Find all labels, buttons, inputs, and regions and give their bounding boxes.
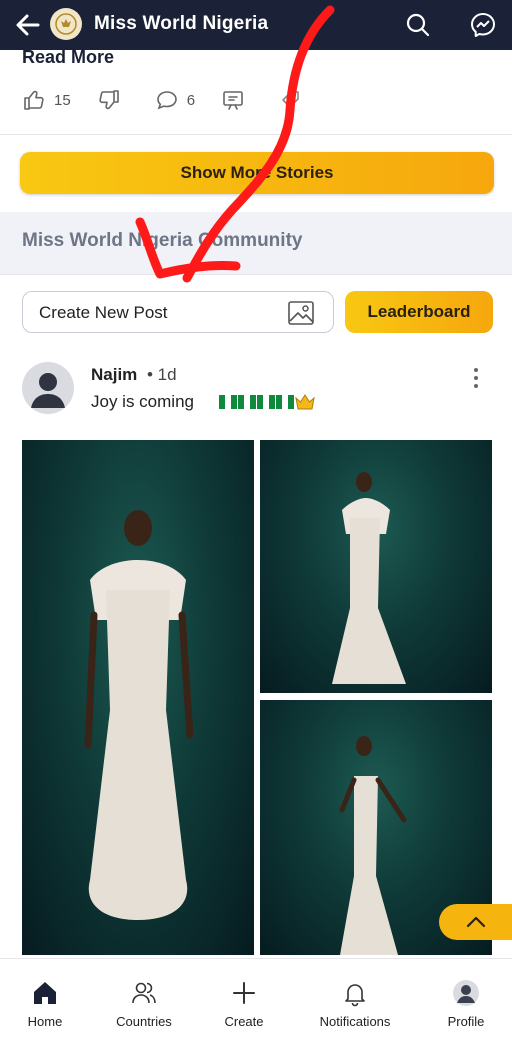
nav-profile[interactable]: Profile — [416, 959, 512, 1037]
post-photo[interactable] — [22, 440, 254, 955]
gown-figure — [84, 510, 194, 920]
thumbs-up-icon — [24, 90, 44, 110]
nigeria-flag-icon — [219, 395, 237, 409]
nav-notifications[interactable]: Notifications — [305, 959, 405, 1037]
arrow-left-icon[interactable] — [14, 11, 42, 39]
page-title: Miss World Nigeria — [94, 13, 269, 34]
bell-icon — [345, 984, 365, 1007]
comment-count: 6 — [186, 91, 196, 109]
present-icon — [223, 91, 243, 110]
plus-icon — [233, 982, 255, 1004]
comment-button[interactable]: 6 — [155, 88, 195, 112]
nav-profile-label: Profile — [447, 1014, 485, 1029]
bookmark-button[interactable] — [279, 88, 311, 112]
nav-create[interactable]: Create — [194, 959, 294, 1037]
nav-home[interactable]: Home — [0, 959, 95, 1037]
share-button[interactable] — [221, 88, 253, 112]
bottom-navigation: Home Countries Create Notifications Prof… — [0, 958, 512, 1036]
create-post-input[interactable]: Create New Post — [22, 291, 334, 333]
avatar-icon — [453, 980, 479, 1006]
community-logo — [50, 8, 82, 40]
home-icon — [34, 982, 56, 1004]
nav-countries-label: Countries — [116, 1014, 172, 1029]
crest-icon — [55, 13, 77, 35]
tag-icon — [282, 91, 299, 108]
create-post-placeholder: Create New Post — [39, 303, 168, 322]
community-header: Miss World Nigeria Community — [0, 212, 512, 274]
thumbs-down-icon — [99, 90, 119, 110]
dislike-button[interactable] — [97, 88, 129, 112]
nigeria-flag-icon — [238, 395, 256, 409]
comment-icon — [156, 91, 177, 110]
messenger-icon[interactable] — [469, 11, 497, 39]
post-photo[interactable] — [260, 440, 492, 693]
nav-notifications-label: Notifications — [319, 1014, 391, 1029]
chevron-up-icon — [466, 916, 485, 928]
community-title: Miss World Nigeria Community — [22, 230, 303, 251]
divider — [0, 274, 512, 275]
users-icon — [132, 982, 156, 1004]
show-more-stories-button[interactable]: Show More Stories — [20, 152, 494, 194]
like-button[interactable]: 15 — [22, 88, 71, 112]
post-emojis — [219, 394, 315, 410]
nigeria-flag-icon — [257, 395, 275, 409]
post-text: Joy is coming — [91, 392, 194, 411]
more-options-icon[interactable] — [470, 366, 482, 390]
nav-countries[interactable]: Countries — [94, 959, 194, 1037]
nav-home-label: Home — [27, 1014, 63, 1029]
read-more-link[interactable]: Read More — [22, 47, 114, 68]
crown-icon — [295, 394, 315, 410]
scroll-to-top-button[interactable] — [439, 904, 512, 940]
image-icon[interactable] — [287, 300, 315, 326]
nav-create-label: Create — [224, 1014, 264, 1029]
gown-figure — [332, 472, 406, 684]
post-author[interactable]: Najim — [91, 365, 137, 385]
nigeria-flag-icon — [276, 395, 294, 409]
app-header: Miss World Nigeria — [0, 0, 512, 50]
divider — [0, 134, 512, 135]
like-count: 15 — [54, 91, 71, 109]
avatar[interactable] — [22, 362, 74, 414]
leaderboard-button[interactable]: Leaderboard — [345, 291, 493, 333]
story-actions: 15 6 — [22, 86, 337, 114]
post-time: • 1d — [147, 365, 177, 384]
user-avatar-icon — [31, 373, 65, 408]
search-icon[interactable] — [404, 11, 432, 39]
